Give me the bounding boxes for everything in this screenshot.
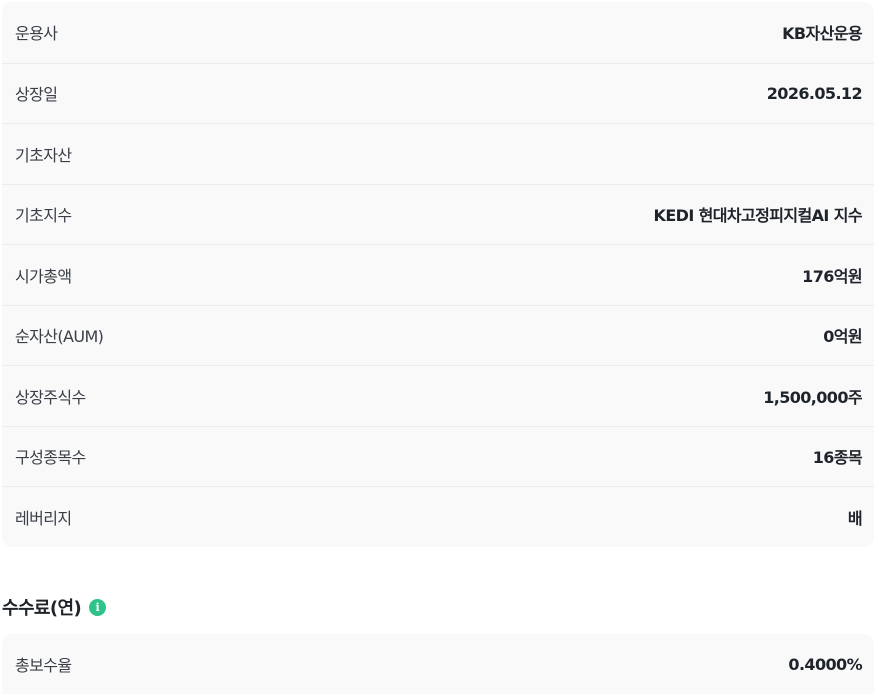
info-value: 176억원 [802, 266, 862, 286]
section-title: 수수료(연) [2, 598, 82, 619]
fee-label: 총보수율 [15, 656, 72, 676]
info-label: 순자산(AUM) [15, 327, 104, 347]
info-icon[interactable]: i [89, 598, 107, 616]
info-row-listing-date: 상장일 2026.05.12 [2, 62, 874, 124]
info-value: KB자산운용 [782, 24, 862, 44]
info-row-aum: 순자산(AUM) 0억원 [2, 304, 874, 366]
info-label: 기초자산 [15, 145, 72, 165]
info-label: 구성종목수 [15, 448, 86, 468]
info-value: 배 [847, 508, 863, 528]
info-row-constituents: 구성종목수 16종목 [2, 425, 874, 487]
info-value: 0억원 [823, 327, 862, 347]
fee-value: 0.4000% [788, 654, 862, 674]
fee-table: 총보수율 0.4000% [2, 634, 874, 694]
info-row-listed-shares: 상장주식수 1,500,000주 [2, 365, 874, 426]
info-value: 16종목 [812, 448, 863, 468]
info-row-market-cap: 시가총액 176억원 [2, 244, 874, 305]
fee-row-total-expense: 총보수율 0.4000% [2, 634, 874, 694]
info-label: 레버리지 [15, 508, 72, 528]
info-row-manager: 운용사 KB자산운용 [2, 2, 874, 63]
info-row-underlying-asset: 기초자산 [2, 123, 874, 184]
info-value: KEDI 현대차고정피지컬AI 지수 [653, 206, 863, 226]
info-value: 1,500,000주 [763, 387, 862, 407]
fee-section-header: 수수료(연) i [2, 594, 107, 620]
info-value: 2026.05.12 [766, 83, 863, 103]
info-label: 운용사 [15, 24, 58, 44]
etf-info-table: 운용사 KB자산운용 상장일 2026.05.12 기초자산 기초지수 KEDI… [2, 2, 874, 547]
info-label: 상장주식수 [15, 387, 86, 407]
info-label: 시가총액 [15, 266, 72, 286]
info-label: 상장일 [15, 85, 58, 105]
info-label: 기초지수 [15, 206, 72, 226]
info-row-leverage: 레버리지 배 [2, 486, 874, 547]
info-row-underlying-index: 기초지수 KEDI 현대차고정피지컬AI 지수 [2, 183, 874, 245]
